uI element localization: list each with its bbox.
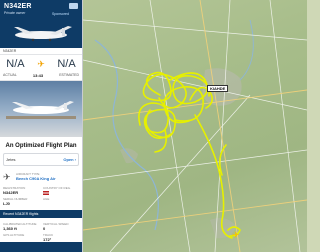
- status-strip: N342ER: [0, 48, 82, 55]
- menu-icon[interactable]: [69, 3, 78, 9]
- estimated-label: ESTIMATED: [59, 73, 79, 77]
- us-flag-icon: [43, 190, 79, 195]
- open-button[interactable]: Open ›: [63, 157, 76, 162]
- promo-title: An Optimized Flight Plan: [5, 143, 77, 149]
- age-label: AGE: [43, 197, 50, 201]
- recent-flights-bar[interactable]: Recent N342ER flights: [0, 210, 82, 218]
- vertical-speed-value: 0: [43, 226, 46, 231]
- airport-label[interactable]: KIAHDE: [207, 85, 229, 92]
- aircraft-icon: ✈: [3, 172, 11, 182]
- registration-value: N342ER: [3, 190, 19, 195]
- status-strip-left: N342ER: [3, 49, 17, 53]
- destination-code[interactable]: N/A: [57, 58, 75, 70]
- actual-label: ACTUAL: [3, 73, 17, 77]
- aircraft-marker-icon[interactable]: ✈: [232, 230, 240, 241]
- origin-code[interactable]: N/A: [6, 58, 24, 70]
- plane-arrow-icon: ✈: [37, 58, 45, 69]
- gps-altitude-label: GPS ALTITUDE: [3, 233, 25, 237]
- altitude-value: 1,360 ft: [3, 226, 17, 231]
- bottom-nav: [0, 242, 82, 252]
- flight-detail-panel: N342ER Private owner Sponsored N342ER N/…: [0, 0, 83, 252]
- panel-header: N342ER Private owner Sponsored: [0, 0, 82, 48]
- aircraft-model[interactable]: Beech C90A King Air: [16, 176, 56, 181]
- serial-value: LJ0: [3, 201, 10, 206]
- aircraft-type-section: ✈ AIRCRAFT TYPE Beech C90A King Air: [0, 166, 82, 184]
- jets-promo-row[interactable]: Jetes Open ›: [3, 153, 79, 166]
- route-summary: N/A ✈ N/A: [0, 55, 82, 73]
- ad-aircraft-image: [6, 101, 76, 119]
- jets-label: Jetes: [6, 157, 16, 162]
- ad-banner[interactable]: [0, 81, 82, 137]
- flight-times: ACTUAL 13:43 ESTIMATED: [0, 73, 82, 81]
- aircraft-registration: N342ER: [4, 3, 32, 10]
- aircraft-details: REGISTRATION N342ER COUNTRY OF REG. SERI…: [0, 184, 82, 208]
- aircraft-photo: [14, 26, 72, 42]
- flight-stats: CALIBRATED ALTITUDE 1,360 ft VERTICAL SP…: [0, 220, 82, 244]
- sponsored-label: Sponsored: [52, 12, 69, 16]
- current-time: 13:43: [32, 73, 44, 78]
